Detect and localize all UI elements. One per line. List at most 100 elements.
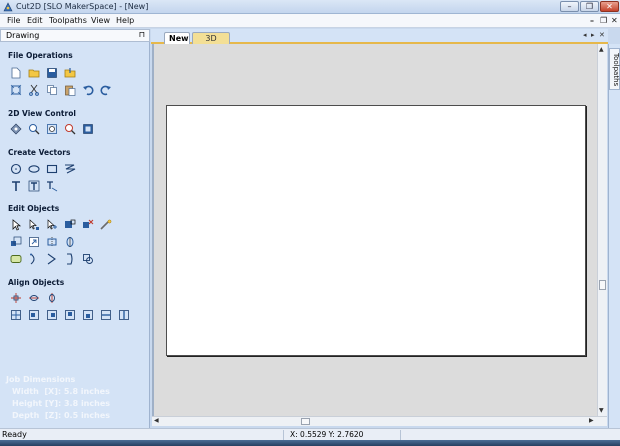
mdi-restore-icon[interactable]: ❐ (600, 16, 607, 25)
align-vertical-icon[interactable] (117, 308, 130, 321)
smooth-vectors-icon[interactable] (45, 252, 58, 265)
redo-icon[interactable] (99, 83, 112, 96)
section-align-objects: Align Objects (8, 278, 65, 287)
section-create-vectors: Create Vectors (8, 148, 71, 157)
material-sheet[interactable] (166, 105, 586, 356)
draw-circle-icon[interactable] (9, 162, 22, 175)
tab-new[interactable]: New (164, 32, 190, 44)
vertical-scroll-thumb[interactable] (599, 280, 606, 290)
cursor-coordinates: X: 0.5529 Y: 2.7620 (290, 430, 364, 439)
measure-icon[interactable] (99, 218, 112, 231)
section-2d-view-control: 2D View Control (8, 109, 76, 118)
weld-vectors-icon[interactable] (81, 252, 94, 265)
draw-ellipse-icon[interactable] (27, 162, 40, 175)
offset-vectors-icon[interactable] (63, 252, 76, 265)
draw-text-icon[interactable] (9, 179, 22, 192)
mdi-minimize-icon[interactable]: – (590, 16, 594, 25)
select-arrow-icon[interactable] (9, 218, 22, 231)
copy-icon[interactable] (45, 83, 58, 96)
align-vertical-center-icon[interactable] (45, 291, 58, 304)
size-move-icon[interactable] (63, 218, 76, 231)
maximize-button[interactable]: ❐ (580, 1, 599, 12)
zoom-box-icon[interactable] (45, 122, 58, 135)
new-file-icon[interactable] (9, 66, 22, 79)
group-objects-icon[interactable] (9, 252, 22, 265)
align-top-icon[interactable] (63, 308, 76, 321)
menu-view[interactable]: View (91, 16, 110, 25)
transform-icon[interactable] (45, 218, 58, 231)
os-taskbar (0, 440, 620, 446)
document-tab-strip: New 3D View ◂ ▸ ✕ (151, 29, 608, 54)
job-width: Width [X]: 5.8 inches (12, 387, 110, 396)
drawing-panel: File Operations 2D View Control Create V… (0, 42, 150, 428)
align-right-icon[interactable] (45, 308, 58, 321)
status-separator (400, 430, 401, 440)
pin-icon[interactable]: ⊓ (139, 30, 145, 39)
scale-object-icon[interactable] (9, 235, 22, 248)
tab-next-icon[interactable]: ▸ (591, 31, 595, 39)
section-file-operations: File Operations (8, 51, 73, 60)
zoom-out-icon[interactable] (63, 122, 76, 135)
align-bottom-icon[interactable] (81, 308, 94, 321)
draw-polyline-icon[interactable] (63, 162, 76, 175)
scroll-left-icon[interactable]: ◀ (154, 417, 159, 424)
horizontal-scrollbar[interactable]: ◀ ▶ (152, 416, 607, 426)
text-on-curve-icon[interactable] (27, 179, 40, 192)
node-edit-icon[interactable] (27, 218, 40, 231)
toolpaths-tab-label: Toolpaths (612, 53, 620, 87)
horizontal-scroll-thumb[interactable] (301, 418, 310, 425)
drawing-panel-title[interactable]: Drawing (6, 31, 39, 40)
align-centers-icon[interactable] (9, 308, 22, 321)
scroll-right-icon[interactable]: ▶ (589, 417, 594, 424)
distort-icon[interactable] (63, 235, 76, 248)
title-bar: Cut2D [SLO MakerSpace] - [New] – ❐ ✕ (0, 0, 620, 14)
minimize-button[interactable]: – (560, 1, 579, 12)
join-vectors-icon[interactable] (27, 252, 40, 265)
menu-edit[interactable]: Edit (27, 16, 43, 25)
mdi-close-icon[interactable]: ✕ (611, 16, 618, 25)
center-in-material-icon[interactable] (9, 291, 22, 304)
align-to-sheet-icon[interactable] (27, 235, 40, 248)
draw-rectangle-icon[interactable] (45, 162, 58, 175)
zoom-in-icon[interactable] (27, 122, 40, 135)
menu-bar: File Edit Toolpaths View Help – ❐ ✕ (0, 14, 620, 28)
job-setup-icon[interactable] (9, 83, 22, 96)
menu-toolpaths[interactable]: Toolpaths (49, 16, 87, 25)
job-height: Height [Y]: 3.8 inches (12, 399, 111, 408)
align-left-icon[interactable] (27, 308, 40, 321)
menu-help[interactable]: Help (116, 16, 134, 25)
tab-prev-icon[interactable]: ◂ (583, 31, 587, 39)
align-horizontal-icon[interactable] (99, 308, 112, 321)
job-depth: Depth [Z]: 0.5 inches (12, 411, 110, 420)
mirror-icon[interactable] (45, 235, 58, 248)
job-dimensions-title: Job Dimensions (6, 375, 76, 384)
tab-3d-view[interactable]: 3D View (192, 32, 230, 54)
open-file-icon[interactable] (27, 66, 40, 79)
status-text: Ready (2, 430, 27, 439)
save-file-icon[interactable] (45, 66, 58, 79)
2d-drawing-viewport[interactable] (152, 44, 597, 416)
drawing-panel-header: Drawing ⊓ (0, 29, 150, 42)
undo-icon[interactable] (81, 83, 94, 96)
status-bar: Ready X: 0.5529 Y: 2.7620 (0, 428, 620, 440)
auto-layout-text-icon[interactable] (45, 179, 58, 192)
scroll-down-icon[interactable]: ▼ (599, 407, 604, 414)
cut-icon[interactable] (27, 83, 40, 96)
section-edit-objects: Edit Objects (8, 204, 60, 213)
paste-icon[interactable] (63, 83, 76, 96)
import-file-icon[interactable] (63, 66, 76, 79)
close-button[interactable]: ✕ (600, 1, 619, 12)
cut2d-app-icon (3, 2, 13, 12)
view-settings-icon[interactable] (81, 122, 94, 135)
window-title: Cut2D [SLO MakerSpace] - [New] (16, 2, 149, 11)
toolpaths-tab[interactable]: Toolpaths (609, 48, 620, 90)
vertical-scrollbar[interactable]: ▲ ▼ (597, 44, 607, 416)
status-separator (283, 430, 284, 440)
delete-object-icon[interactable] (81, 218, 94, 231)
align-horizontal-center-icon[interactable] (27, 291, 40, 304)
menu-file[interactable]: File (7, 16, 20, 25)
zoom-extents-icon[interactable] (9, 122, 22, 135)
tab-close-icon[interactable]: ✕ (599, 31, 605, 39)
toolpaths-rail: Toolpaths (608, 44, 620, 428)
scroll-up-icon[interactable]: ▲ (599, 46, 604, 53)
